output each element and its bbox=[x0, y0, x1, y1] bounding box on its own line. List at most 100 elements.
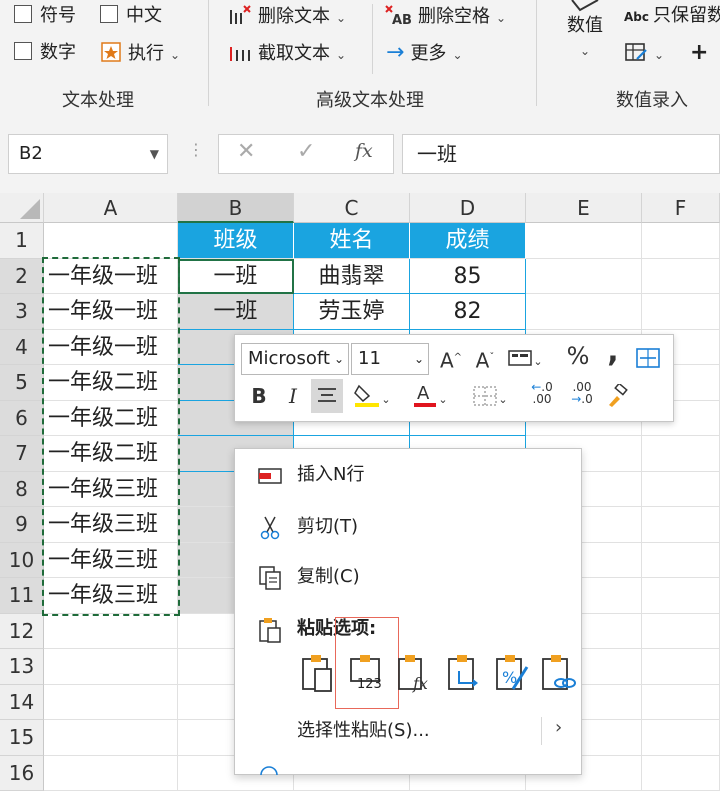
table-cell[interactable] bbox=[642, 578, 720, 614]
borders-icon[interactable]: ⌄ bbox=[467, 381, 513, 415]
cancel-icon[interactable]: ✕ bbox=[237, 139, 255, 164]
table-cell[interactable]: 82 bbox=[410, 294, 526, 330]
table-cell[interactable] bbox=[642, 436, 720, 472]
table-header-cell[interactable]: 姓名 bbox=[294, 223, 410, 259]
select-all-corner[interactable] bbox=[0, 193, 44, 223]
row-header[interactable]: 4 bbox=[0, 330, 44, 366]
bold-button[interactable]: B bbox=[247, 381, 271, 411]
table-cell[interactable]: 一班 bbox=[178, 294, 294, 330]
keep-only-button[interactable]: Abc只保留数 bbox=[624, 4, 720, 29]
paste-formatting-button[interactable]: % bbox=[493, 653, 531, 693]
table-cell[interactable] bbox=[526, 294, 642, 330]
font-size-select[interactable]: 11 ⌄ bbox=[351, 343, 429, 375]
wrap-text-icon[interactable] bbox=[633, 343, 663, 373]
table-cell[interactable] bbox=[642, 756, 720, 791]
decrease-font-icon[interactable]: Aˇ bbox=[471, 343, 499, 376]
function-icon[interactable]: fx bbox=[355, 140, 373, 162]
drag-handle-icon[interactable]: ⋮ bbox=[188, 140, 204, 159]
paste-formulas-button[interactable]: fx bbox=[397, 653, 435, 693]
paste-default-button[interactable] bbox=[299, 653, 337, 693]
comma-style-button[interactable]: , bbox=[601, 337, 625, 367]
table-cell[interactable] bbox=[44, 223, 178, 259]
table-cell[interactable] bbox=[44, 756, 178, 791]
paste-link-button[interactable] bbox=[539, 653, 577, 693]
table-cell[interactable]: 一年级一班 bbox=[44, 294, 178, 330]
table-cell[interactable]: 一年级三班 bbox=[44, 472, 178, 508]
table-cell[interactable]: 一年级三班 bbox=[44, 578, 178, 614]
table-cell[interactable] bbox=[642, 507, 720, 543]
increase-decimal-icon[interactable]: ←.0.00 bbox=[525, 381, 559, 405]
table-cell[interactable]: 曲翡翠 bbox=[294, 259, 410, 295]
row-header[interactable]: 10 bbox=[0, 543, 44, 579]
row-header[interactable]: 16 bbox=[0, 756, 44, 791]
chevron-right-icon[interactable]: › bbox=[555, 717, 562, 738]
row-header[interactable]: 3 bbox=[0, 294, 44, 330]
table-cell[interactable]: 一年级一班 bbox=[44, 330, 178, 366]
decrease-decimal-icon[interactable]: .00→.0 bbox=[565, 381, 599, 405]
value-button[interactable]: 数值 ⌄ bbox=[562, 0, 608, 63]
table-cell[interactable] bbox=[44, 614, 178, 650]
row-header[interactable]: 13 bbox=[0, 649, 44, 685]
formula-content[interactable]: 一班 bbox=[402, 134, 720, 174]
row-header[interactable]: 14 bbox=[0, 685, 44, 721]
number-format-icon[interactable]: ⌄ bbox=[505, 343, 545, 377]
table-cell[interactable] bbox=[44, 649, 178, 685]
table-cell[interactable] bbox=[642, 649, 720, 685]
font-color-icon[interactable]: A⌄ bbox=[407, 381, 453, 415]
row-header[interactable]: 8 bbox=[0, 472, 44, 508]
table-cell[interactable] bbox=[44, 685, 178, 721]
table-cell[interactable]: 一年级二班 bbox=[44, 436, 178, 472]
chevron-down-icon[interactable]: ▼ bbox=[150, 135, 159, 173]
increase-font-icon[interactable]: A^ bbox=[437, 343, 465, 376]
table-cell[interactable] bbox=[526, 223, 642, 259]
row-header[interactable]: 9 bbox=[0, 507, 44, 543]
column-header-c[interactable]: C bbox=[294, 193, 410, 223]
checkbox-icon[interactable] bbox=[100, 5, 118, 23]
column-header-e[interactable]: E bbox=[526, 193, 642, 223]
table-header-cell[interactable]: 班级 bbox=[178, 223, 294, 259]
more-button[interactable]: →更多⌄ bbox=[386, 41, 463, 67]
table-cell[interactable] bbox=[642, 472, 720, 508]
column-header-f[interactable]: F bbox=[642, 193, 720, 223]
row-header[interactable]: 7 bbox=[0, 436, 44, 472]
fill-color-icon[interactable]: ⌄ bbox=[349, 381, 395, 415]
table-cell[interactable]: 劳玉婷 bbox=[294, 294, 410, 330]
checkbox-icon[interactable] bbox=[14, 5, 32, 23]
menu-item-cut[interactable]: 剪切(T) bbox=[235, 507, 581, 547]
execute-button[interactable]: 执行⌄ bbox=[100, 41, 180, 67]
row-header[interactable]: 15 bbox=[0, 720, 44, 756]
symbol-checkbox[interactable]: 符号 bbox=[14, 4, 76, 28]
paste-transpose-button[interactable] bbox=[445, 653, 483, 693]
chinese-checkbox[interactable]: 中文 bbox=[100, 4, 162, 28]
column-header-b[interactable]: B bbox=[178, 193, 294, 223]
format-dropdown[interactable]: ⌄ bbox=[624, 41, 664, 67]
table-cell[interactable] bbox=[642, 614, 720, 650]
confirm-icon[interactable]: ✓ bbox=[297, 139, 315, 164]
table-cell[interactable] bbox=[642, 685, 720, 721]
row-header[interactable]: 12 bbox=[0, 614, 44, 650]
table-cell[interactable] bbox=[642, 543, 720, 579]
format-painter-icon[interactable] bbox=[603, 381, 633, 411]
table-cell[interactable] bbox=[642, 720, 720, 756]
number-checkbox[interactable]: 数字 bbox=[14, 41, 76, 65]
checkbox-icon[interactable] bbox=[14, 42, 32, 60]
menu-item-insert-rows[interactable]: 插入N行 bbox=[235, 455, 581, 495]
paste-values-button[interactable]: 123 bbox=[347, 653, 385, 693]
table-cell[interactable]: 一年级三班 bbox=[44, 543, 178, 579]
font-name-select[interactable]: Microsoft ⌄ bbox=[241, 343, 349, 375]
delete-space-button[interactable]: AB 删除空格⌄ bbox=[384, 4, 506, 30]
table-cell[interactable] bbox=[44, 720, 178, 756]
table-cell[interactable] bbox=[526, 259, 642, 295]
column-header-a[interactable]: A bbox=[44, 193, 178, 223]
name-box[interactable]: B2 ▼ bbox=[8, 134, 168, 174]
menu-item-paste-special[interactable]: 选择性粘贴(S)... › bbox=[235, 711, 581, 751]
table-cell[interactable] bbox=[642, 223, 720, 259]
italic-button[interactable]: I bbox=[281, 381, 305, 411]
column-header-d[interactable]: D bbox=[410, 193, 526, 223]
delete-text-button[interactable]: 删除文本⌄ bbox=[228, 4, 346, 30]
row-header[interactable]: 5 bbox=[0, 365, 44, 401]
row-header[interactable]: 11 bbox=[0, 578, 44, 614]
table-cell[interactable]: 一年级一班 bbox=[44, 259, 178, 295]
row-header[interactable]: 6 bbox=[0, 401, 44, 437]
row-header[interactable]: 1 bbox=[0, 223, 44, 259]
